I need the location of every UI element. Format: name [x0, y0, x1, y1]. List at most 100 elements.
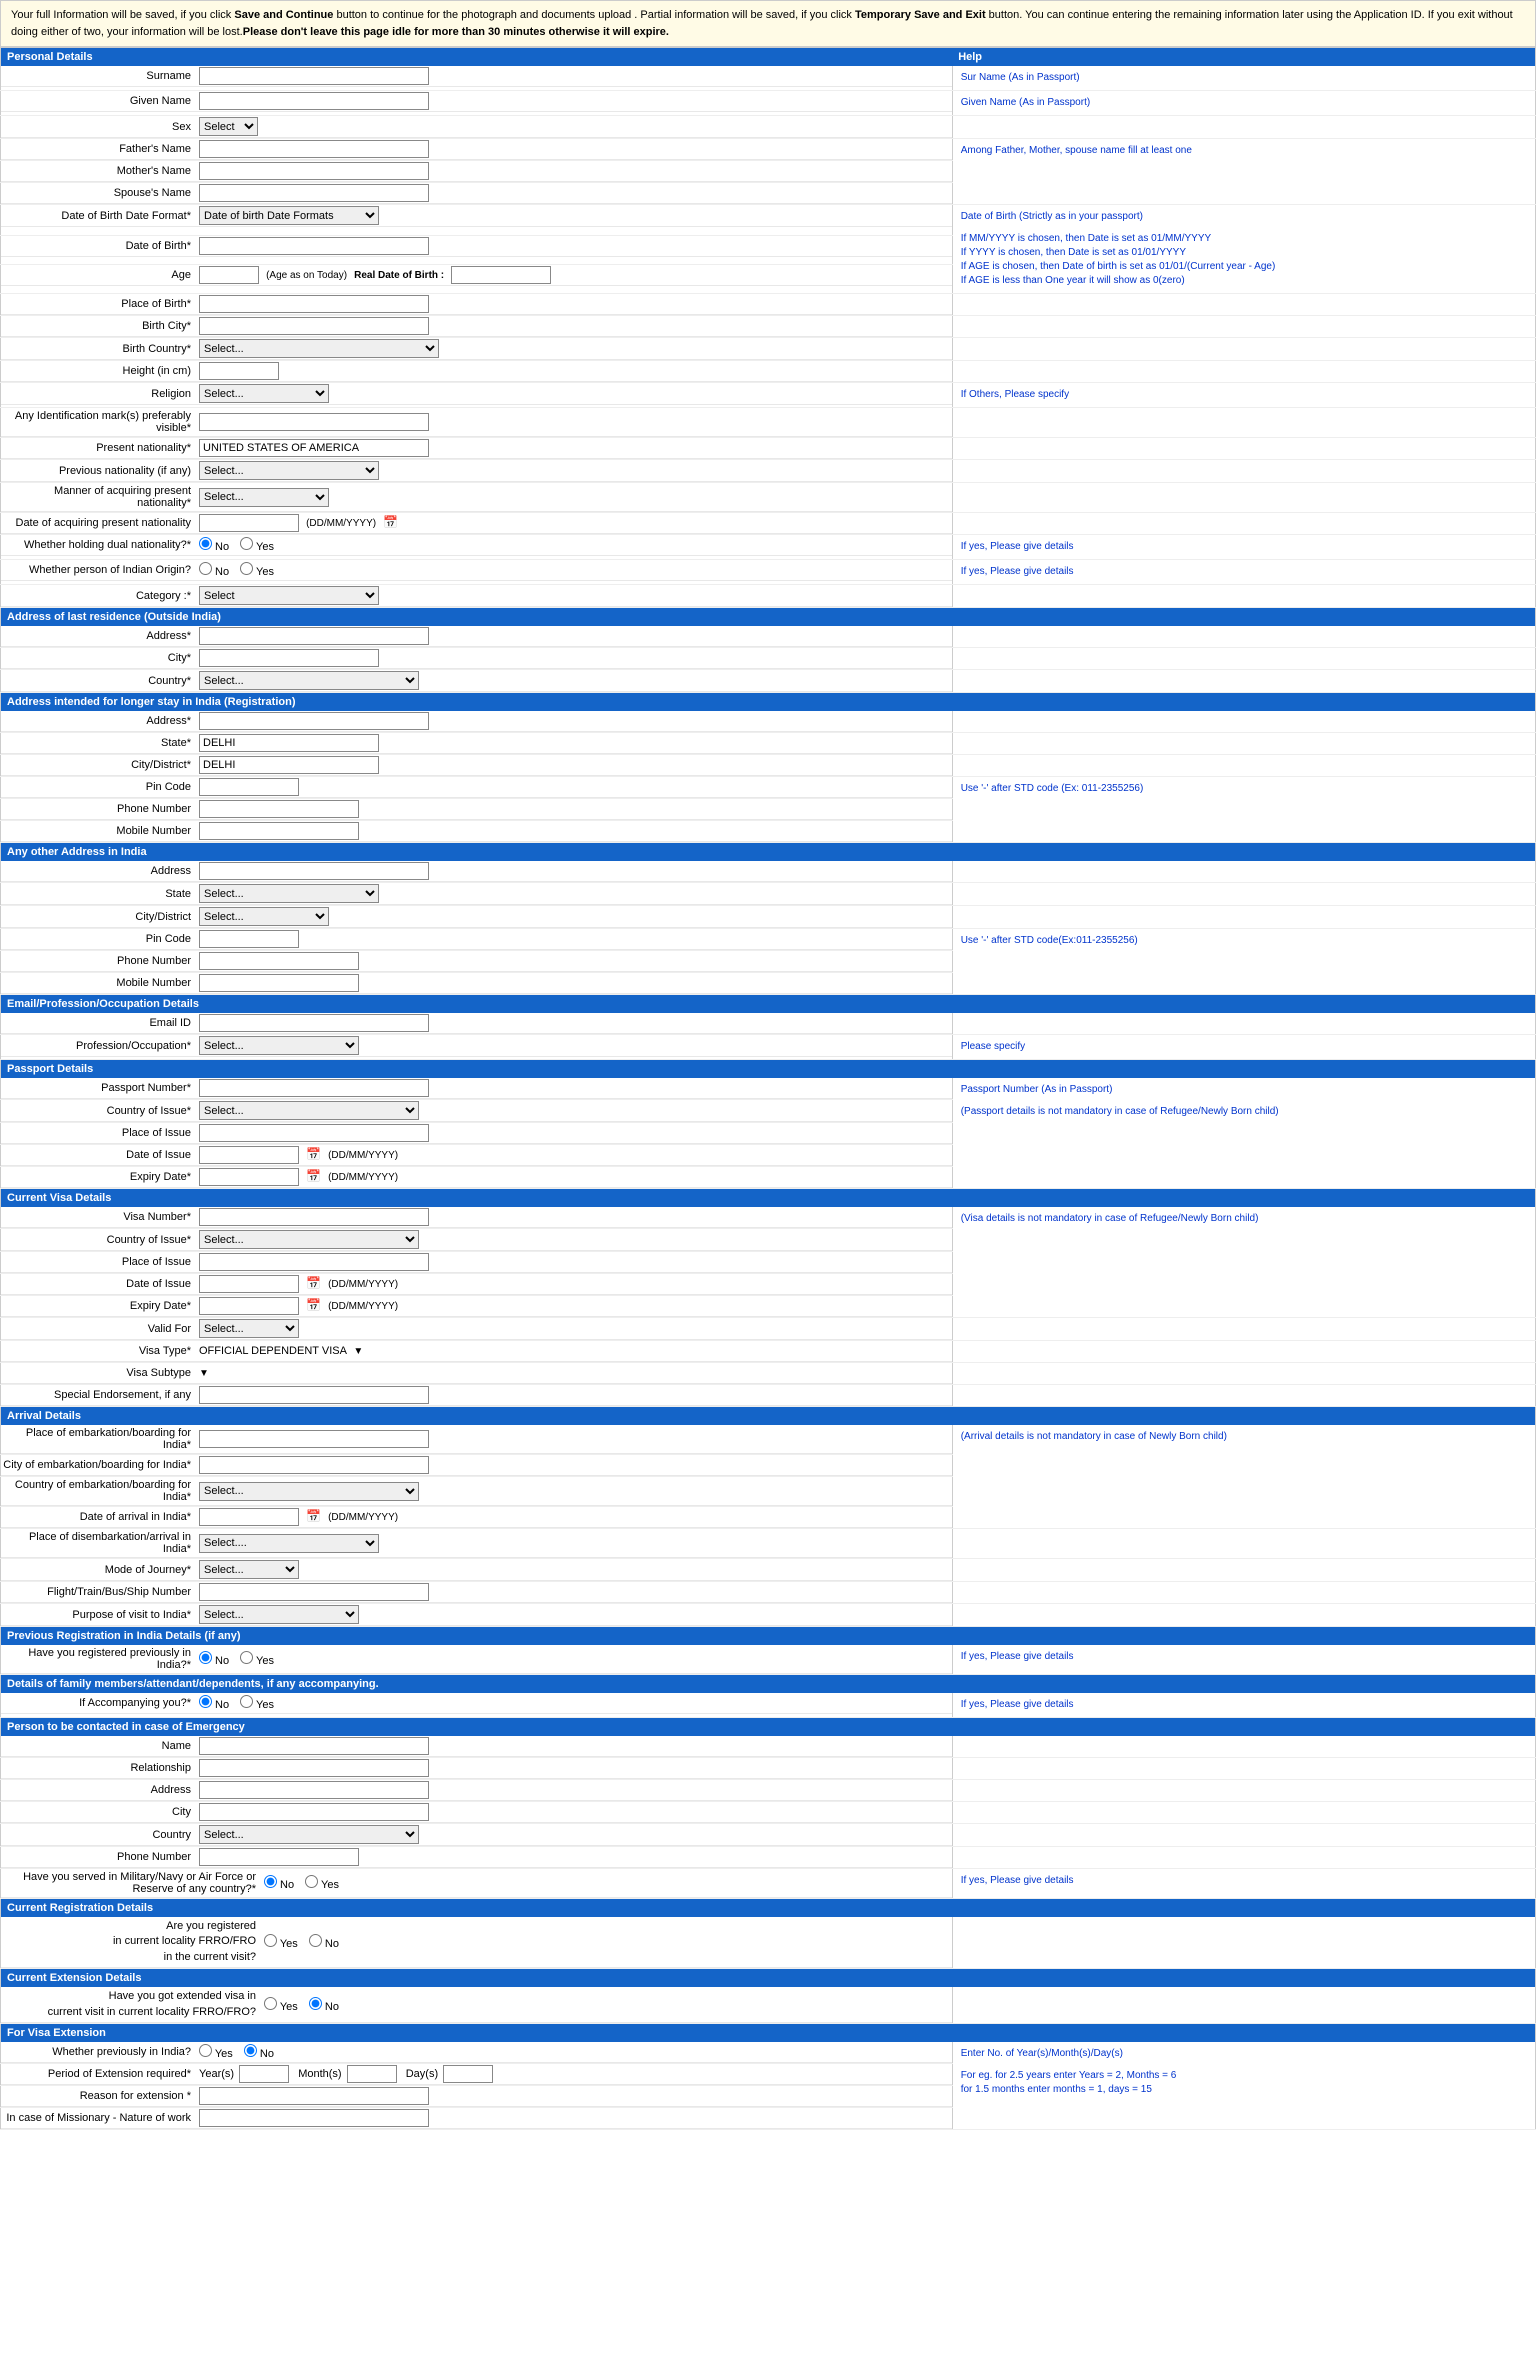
place-birth-input[interactable] — [199, 295, 429, 313]
dual-yes-radio[interactable] — [240, 537, 253, 550]
sex-select[interactable]: SelectMaleFemaleOther — [199, 117, 258, 136]
arrival-purpose-select[interactable]: Select...TourismBusinessStudyEmploymentO… — [199, 1605, 359, 1624]
dob-input[interactable] — [199, 237, 429, 255]
arrival-disembark-select[interactable]: Select.... — [199, 1534, 379, 1553]
outside-city-input[interactable] — [199, 649, 379, 667]
indian-no-radio[interactable] — [199, 562, 212, 575]
family-yes-radio[interactable] — [240, 1695, 253, 1708]
current-ext-no-radio[interactable] — [309, 1997, 322, 2010]
visa-expiry-input[interactable] — [199, 1297, 299, 1315]
india-mobile-input[interactable] — [199, 822, 359, 840]
emergency-rel-input[interactable] — [199, 1759, 429, 1777]
passport-number-input[interactable] — [199, 1079, 429, 1097]
passport-expiry-input[interactable] — [199, 1168, 299, 1186]
days-input[interactable] — [443, 2065, 493, 2083]
visa-doi-calendar[interactable]: 📅 — [306, 1276, 321, 1290]
india-city-input[interactable] — [199, 756, 379, 774]
emergency-city-input[interactable] — [199, 1803, 429, 1821]
visa-expiry-calendar[interactable]: 📅 — [306, 1298, 321, 1312]
emergency-phone-input[interactable] — [199, 1848, 359, 1866]
military-no-radio[interactable] — [264, 1875, 277, 1888]
india-state-input[interactable] — [199, 734, 379, 752]
visa-type-dropdown[interactable]: ▼ — [353, 1346, 363, 1357]
father-name-input[interactable] — [199, 140, 429, 158]
passport-place-input[interactable] — [199, 1124, 429, 1142]
emergency-name-input[interactable] — [199, 1737, 429, 1755]
email-input[interactable] — [199, 1014, 429, 1032]
reason-ext-input[interactable] — [199, 2087, 429, 2105]
current-ext-no-label[interactable]: No — [309, 2001, 339, 2013]
passport-country-select[interactable]: Select... — [199, 1101, 419, 1120]
special-endorsement-input[interactable] — [199, 1386, 429, 1404]
prev-reg-yes-radio[interactable] — [240, 1651, 253, 1664]
current-reg-no-label2[interactable]: No — [309, 1938, 339, 1950]
india-pin-input[interactable] — [199, 778, 299, 796]
family-no-label[interactable]: No — [199, 1699, 229, 1711]
indian-yes-label[interactable]: Yes — [240, 566, 274, 578]
prev-nationality-select[interactable]: Select... — [199, 461, 379, 480]
arrival-date-calendar[interactable]: 📅 — [306, 1509, 321, 1523]
other-address-input[interactable] — [199, 862, 429, 880]
outside-address-input[interactable] — [199, 627, 429, 645]
prev-india-yes-label[interactable]: Yes — [199, 2048, 233, 2060]
arrival-flight-input[interactable] — [199, 1583, 429, 1601]
present-nationality-input[interactable] — [199, 439, 429, 457]
date-acquiring-calendar[interactable]: 📅 — [383, 515, 398, 529]
passport-expiry-calendar[interactable]: 📅 — [306, 1169, 321, 1183]
prev-reg-no-label[interactable]: No — [199, 1655, 229, 1667]
real-dob-input[interactable] — [451, 266, 551, 284]
indian-yes-radio[interactable] — [240, 562, 253, 575]
dual-yes-label[interactable]: Yes — [240, 541, 274, 553]
military-yes-label[interactable]: Yes — [305, 1879, 339, 1891]
military-yes-radio[interactable] — [305, 1875, 318, 1888]
mother-name-input[interactable] — [199, 162, 429, 180]
birth-city-input[interactable] — [199, 317, 429, 335]
prev-india-no-radio[interactable] — [244, 2044, 257, 2057]
religion-select[interactable]: Select...HinduMuslimChristianSikhBuddhis… — [199, 384, 329, 403]
birth-country-select[interactable]: Select... — [199, 339, 439, 358]
visa-country-select[interactable]: Select... — [199, 1230, 419, 1249]
current-ext-yes-radio[interactable] — [264, 1997, 277, 2010]
years-input[interactable] — [239, 2065, 289, 2083]
india-phone-input[interactable] — [199, 800, 359, 818]
age-input[interactable] — [199, 266, 259, 284]
dob-format-select[interactable]: Date of birth Date FormatsDD/MM/YYYYMM/Y… — [199, 206, 379, 225]
prev-reg-yes-label[interactable]: Yes — [240, 1655, 274, 1667]
military-no-label[interactable]: No — [264, 1879, 294, 1891]
missionary-input[interactable] — [199, 2109, 429, 2127]
surname-input[interactable] — [199, 67, 429, 85]
emergency-country-select[interactable]: Select... — [199, 1825, 419, 1844]
given-name-input[interactable] — [199, 92, 429, 110]
current-reg-yes-label[interactable]: Yes — [264, 1938, 298, 1950]
current-reg-yes-radio[interactable] — [264, 1934, 277, 1947]
indian-no-label[interactable]: No — [199, 566, 229, 578]
id-marks-input[interactable] — [199, 413, 429, 431]
visa-number-input[interactable] — [199, 1208, 429, 1226]
date-acquiring-input[interactable] — [199, 514, 299, 532]
india-address-input[interactable] — [199, 712, 429, 730]
arrival-place-input[interactable] — [199, 1430, 429, 1448]
other-pin-input[interactable] — [199, 930, 299, 948]
height-input[interactable] — [199, 362, 279, 380]
visa-subtype-dropdown[interactable]: ▼ — [199, 1368, 209, 1379]
passport-doi-calendar[interactable]: 📅 — [306, 1147, 321, 1161]
spouse-name-input[interactable] — [199, 184, 429, 202]
dual-no-label[interactable]: No — [199, 541, 229, 553]
prev-reg-no-radio[interactable] — [199, 1651, 212, 1664]
arrival-mode-select[interactable]: Select... — [199, 1560, 299, 1579]
family-no-radio[interactable] — [199, 1695, 212, 1708]
profession-select[interactable]: Select...ServiceBusinessStudentRetiredOt… — [199, 1036, 359, 1055]
outside-country-select[interactable]: Select... — [199, 671, 419, 690]
months-input[interactable] — [347, 2065, 397, 2083]
visa-doi-input[interactable] — [199, 1275, 299, 1293]
emergency-address-input[interactable] — [199, 1781, 429, 1799]
visa-place-input[interactable] — [199, 1253, 429, 1271]
arrival-date-input[interactable] — [199, 1508, 299, 1526]
prev-india-no-label[interactable]: No — [244, 2048, 274, 2060]
other-state-select[interactable]: Select... — [199, 884, 379, 903]
other-city-select[interactable]: Select... — [199, 907, 329, 926]
visa-valid-select[interactable]: Select...SingleDoubleMultiple — [199, 1319, 299, 1338]
passport-doi-input[interactable] — [199, 1146, 299, 1164]
current-reg-no-radio[interactable] — [309, 1934, 322, 1947]
other-phone-input[interactable] — [199, 952, 359, 970]
